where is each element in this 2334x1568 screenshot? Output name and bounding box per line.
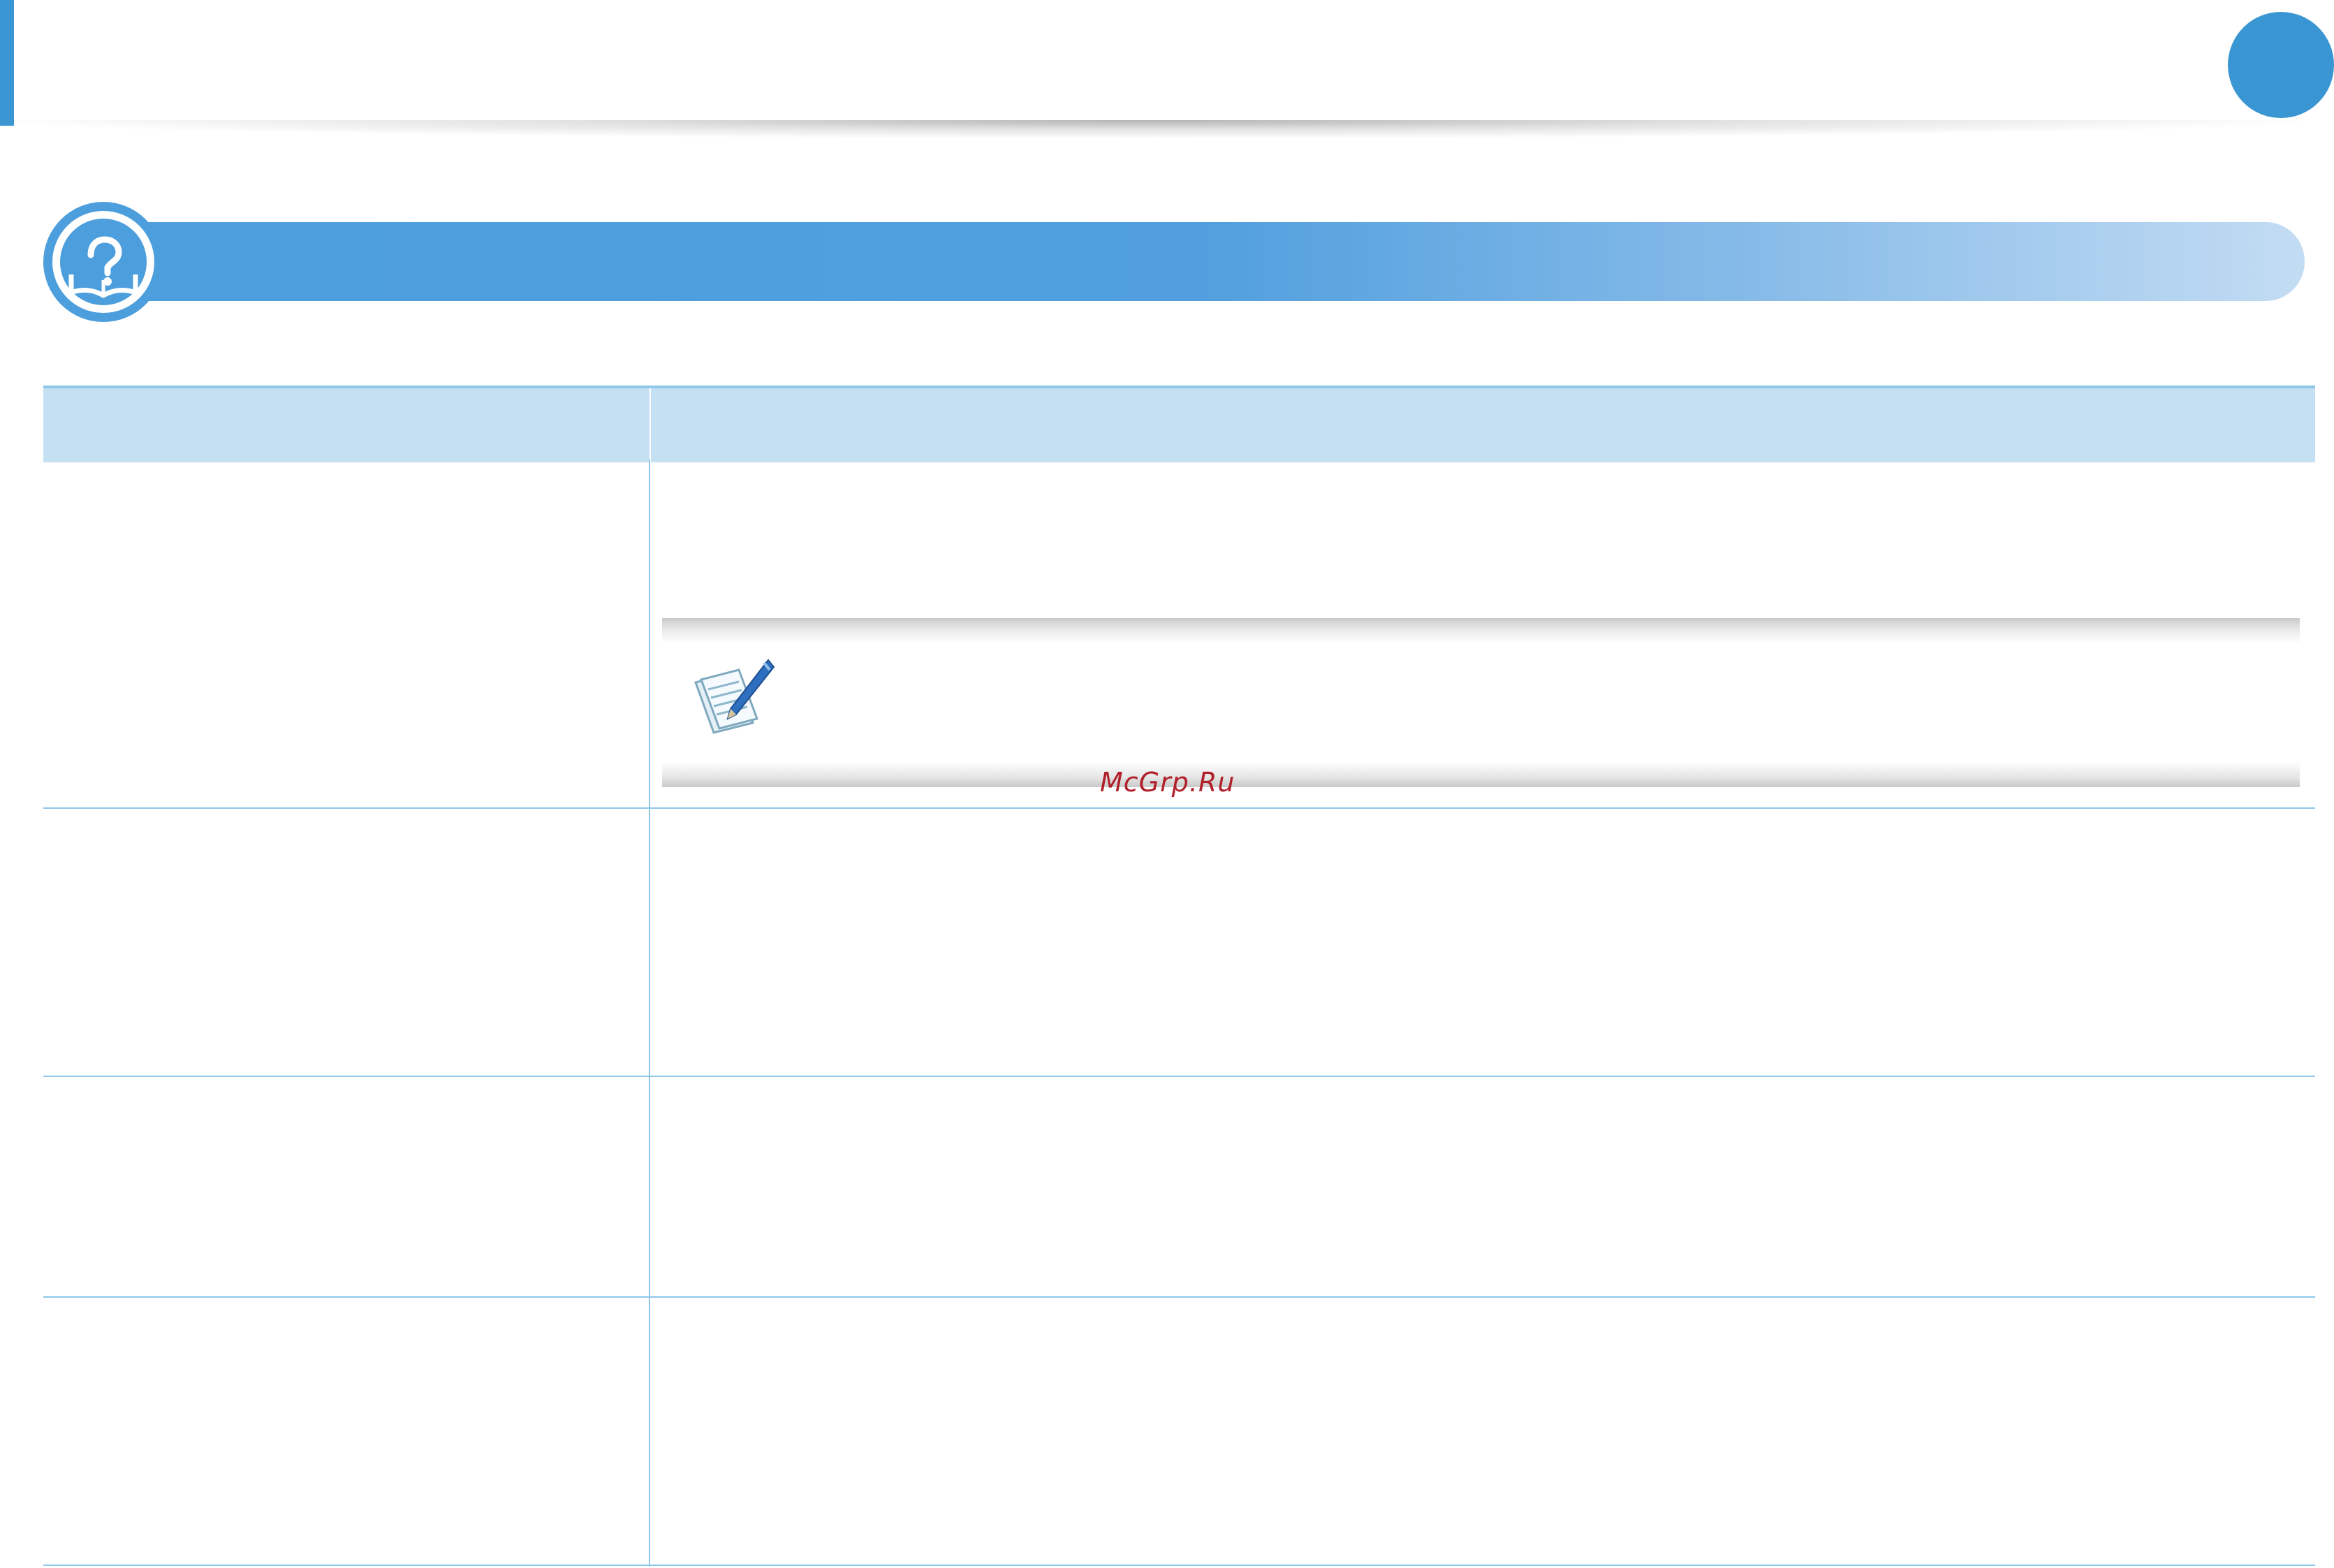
page-number-badge [2228,12,2334,118]
row-condition [43,462,649,504]
note-top-rule [662,618,2300,643]
row-condition [43,809,649,851]
row-solution [649,1298,2315,1340]
note-pencil-icon [686,654,777,745]
left-accent-bar [0,0,14,126]
section-title-bar [98,222,2305,301]
note-box [662,618,2300,787]
header-condition [43,388,649,462]
row-solution [649,462,2315,504]
column-divider [649,460,650,1567]
table-row [43,1077,2315,1298]
row-solution [649,1077,2315,1119]
table-header [43,386,2315,462]
header-shadow [0,120,2305,138]
table-row [43,809,2315,1077]
note-bottom-rule [662,762,2300,787]
row-solution [649,809,2315,851]
row-condition [43,1298,649,1340]
help-book-icon [43,202,163,322]
table-row [43,1298,2315,1566]
row-condition [43,1077,649,1119]
watermark: McGrp.Ru [1100,767,1235,798]
header-solution [649,388,2315,462]
